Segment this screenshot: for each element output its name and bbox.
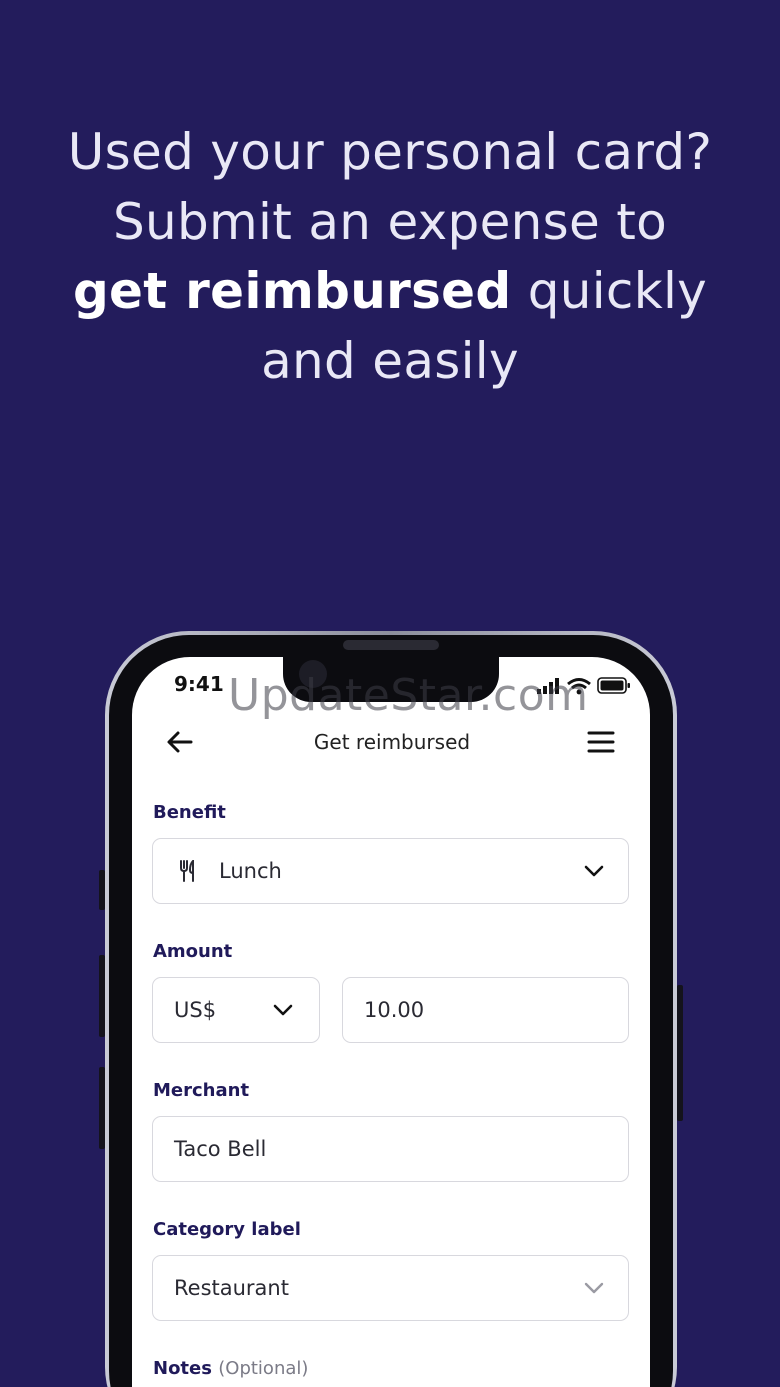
headline-text-1: Used your personal card? Submit an expen…: [67, 123, 713, 251]
benefit-label: Benefit: [153, 802, 226, 823]
chevron-down-icon: [584, 865, 604, 877]
chevron-down-icon: [584, 1282, 604, 1294]
currency-value: US$: [174, 998, 217, 1022]
headline: Used your personal card? Submit an expen…: [60, 118, 720, 396]
fork-knife-icon: [180, 860, 194, 882]
amount-input[interactable]: 10.00: [342, 977, 629, 1043]
page-title: Get reimbursed: [313, 730, 471, 754]
amount-value: 10.00: [364, 998, 425, 1022]
category-label: Category label: [153, 1219, 301, 1240]
watermark: UpdateStar.com: [228, 670, 589, 721]
phone-power-button: [677, 985, 683, 1121]
benefit-select[interactable]: Lunch: [152, 838, 629, 904]
benefit-value: Lunch: [219, 859, 282, 883]
hamburger-menu-icon: [587, 731, 615, 753]
merchant-label: Merchant: [153, 1080, 250, 1101]
notes-optional-text: (Optional): [218, 1358, 309, 1379]
chevron-down-icon: [273, 1004, 293, 1016]
phone-speaker: [343, 640, 439, 650]
headline-emphasis: get reimbursed: [72, 262, 512, 320]
status-time: 9:41: [174, 672, 224, 696]
currency-select[interactable]: US$: [152, 977, 320, 1043]
phone-volume-up: [99, 955, 105, 1037]
category-value: Restaurant: [174, 1276, 289, 1300]
notes-label-text: Notes: [153, 1358, 212, 1379]
menu-button[interactable]: [586, 728, 616, 756]
notes-label: Notes (Optional): [153, 1358, 308, 1379]
arrow-left-icon: [167, 731, 193, 753]
merchant-value: Taco Bell: [174, 1137, 267, 1161]
phone-volume-down: [99, 1067, 105, 1149]
amount-label: Amount: [153, 941, 233, 962]
merchant-input[interactable]: Taco Bell: [152, 1116, 629, 1182]
phone-silent-switch: [99, 870, 105, 910]
back-button[interactable]: [166, 728, 194, 756]
category-select[interactable]: Restaurant: [152, 1255, 629, 1321]
